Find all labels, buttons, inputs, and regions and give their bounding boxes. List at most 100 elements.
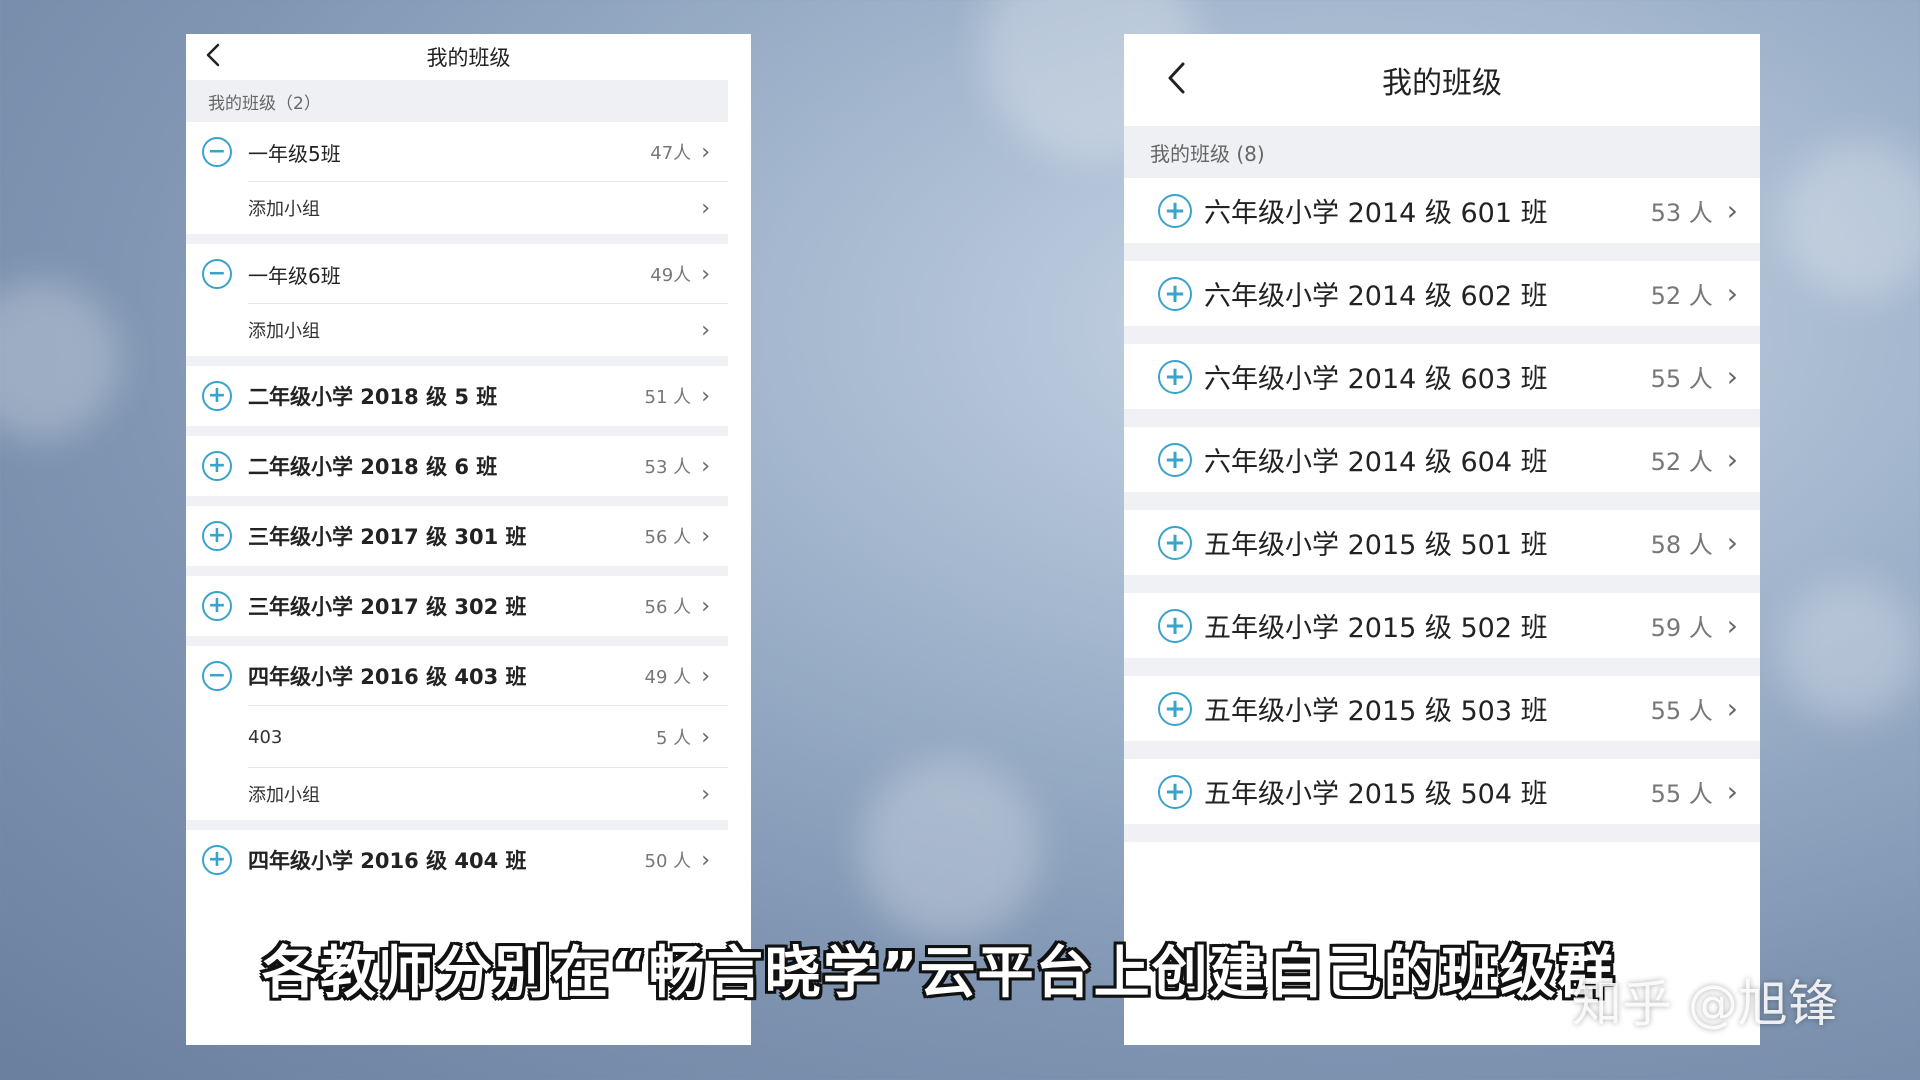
chevron-right-icon: › bbox=[1726, 775, 1738, 808]
chevron-right-icon: › bbox=[701, 261, 710, 287]
class-name: 添加小组 bbox=[248, 321, 320, 342]
plus-circle-icon[interactable]: + bbox=[202, 381, 232, 411]
class-name: 三年级小学 2017 级 301 班 bbox=[248, 525, 527, 549]
class-row[interactable]: + 六年级小学 2014 级 602 班 52 人 › bbox=[1124, 261, 1760, 344]
class-name: 六年级小学 2014 级 603 班 bbox=[1204, 364, 1548, 395]
class-row[interactable]: + 二年级小学 2018 级 5 班 51 人 › bbox=[186, 366, 728, 436]
chevron-right-icon: › bbox=[701, 195, 710, 221]
minus-circle-icon[interactable]: − bbox=[202, 259, 232, 289]
plus-circle-icon[interactable]: + bbox=[202, 845, 232, 875]
class-name: 四年级小学 2016 级 403 班 bbox=[248, 665, 527, 689]
class-row[interactable]: + 六年级小学 2014 级 604 班 52 人 › bbox=[1124, 427, 1760, 510]
plus-circle-icon[interactable]: + bbox=[1158, 442, 1192, 477]
watermark: 知乎 @旭锋 bbox=[1572, 975, 1838, 1033]
navigation-bar: 我的班级 bbox=[186, 34, 751, 80]
add-group-row[interactable]: 添加小组 › bbox=[186, 182, 728, 244]
class-row[interactable]: + 五年级小学 2015 级 501 班 58 人 › bbox=[1124, 510, 1760, 593]
chevron-right-icon: › bbox=[701, 383, 710, 409]
chevron-right-icon: › bbox=[701, 781, 710, 807]
class-name: 一年级6班 bbox=[248, 263, 341, 288]
class-name: 五年级小学 2015 级 501 班 bbox=[1204, 530, 1548, 561]
plus-circle-icon[interactable]: + bbox=[202, 451, 232, 481]
member-count: 51 人 bbox=[644, 387, 692, 408]
member-count: 55 人 bbox=[1650, 365, 1713, 393]
chevron-right-icon: › bbox=[1726, 526, 1738, 559]
class-name: 添加小组 bbox=[248, 785, 320, 806]
class-name: 四年级小学 2016 级 404 班 bbox=[248, 849, 527, 873]
back-chevron-icon[interactable] bbox=[1164, 60, 1188, 100]
chevron-right-icon: › bbox=[1726, 277, 1738, 310]
member-count: 52 人 bbox=[1650, 448, 1713, 476]
member-count: 53 人 bbox=[644, 457, 692, 478]
class-name: 403 bbox=[248, 726, 283, 748]
plus-circle-icon[interactable]: + bbox=[1158, 193, 1192, 228]
member-count: 50 人 bbox=[644, 851, 692, 872]
page-title: 我的班级 bbox=[1382, 66, 1502, 101]
plus-circle-icon[interactable]: + bbox=[1158, 359, 1192, 394]
member-count: 59 人 bbox=[1650, 614, 1713, 642]
chevron-right-icon: › bbox=[701, 523, 710, 549]
minus-circle-icon[interactable]: − bbox=[202, 661, 232, 691]
class-list: + 六年级小学 2014 级 601 班 53 人 › + 六年级小学 2014 级 60… bbox=[1124, 178, 1760, 842]
class-row[interactable]: + 三年级小学 2017 级 302 班 56 人 › bbox=[186, 576, 728, 646]
class-name: 二年级小学 2018 级 5 班 bbox=[248, 385, 498, 409]
member-count: 56 人 bbox=[644, 597, 692, 618]
member-count: 5 人 bbox=[656, 728, 692, 749]
chevron-right-icon: › bbox=[701, 663, 710, 689]
class-row[interactable]: + 五年级小学 2015 级 502 班 59 人 › bbox=[1124, 593, 1760, 676]
bokeh-light bbox=[1780, 580, 1920, 720]
plus-circle-icon[interactable]: + bbox=[1158, 525, 1192, 560]
member-count: 49人 bbox=[650, 265, 692, 286]
plus-circle-icon[interactable]: + bbox=[1158, 608, 1192, 643]
class-row[interactable]: + 五年级小学 2015 级 503 班 55 人 › bbox=[1124, 676, 1760, 759]
class-name: 六年级小学 2014 级 602 班 bbox=[1204, 281, 1548, 312]
class-name: 五年级小学 2015 级 503 班 bbox=[1204, 696, 1548, 727]
chevron-right-icon: › bbox=[701, 453, 710, 479]
back-chevron-icon[interactable] bbox=[204, 42, 222, 72]
class-name: 六年级小学 2014 级 604 班 bbox=[1204, 447, 1548, 478]
member-count: 53 人 bbox=[1650, 199, 1713, 227]
class-row[interactable]: + 六年级小学 2014 级 603 班 55 人 › bbox=[1124, 344, 1760, 427]
class-row[interactable]: 403 5 人 › bbox=[186, 706, 728, 768]
section-header: 我的班级（2） bbox=[186, 80, 728, 122]
minus-circle-icon[interactable]: − bbox=[202, 137, 232, 167]
class-row[interactable]: − 一年级6班 49人 › bbox=[186, 244, 728, 304]
class-name: 六年级小学 2014 级 601 班 bbox=[1204, 198, 1548, 229]
class-name: 一年级5班 bbox=[248, 141, 341, 166]
class-name: 三年级小学 2017 级 302 班 bbox=[248, 595, 527, 619]
member-count: 52 人 bbox=[1650, 282, 1713, 310]
chevron-right-icon: › bbox=[701, 847, 710, 873]
member-count: 58 人 bbox=[1650, 531, 1713, 559]
class-row[interactable]: − 一年级5班 47人 › bbox=[186, 122, 728, 182]
chevron-right-icon: › bbox=[701, 317, 710, 343]
member-count: 56 人 bbox=[644, 527, 692, 548]
chevron-right-icon: › bbox=[701, 724, 710, 750]
chevron-right-icon: › bbox=[1726, 692, 1738, 725]
add-group-row[interactable]: 添加小组 › bbox=[186, 768, 728, 830]
page-title: 我的班级 bbox=[426, 46, 511, 70]
plus-circle-icon[interactable]: + bbox=[1158, 276, 1192, 311]
plus-circle-icon[interactable]: + bbox=[1158, 774, 1192, 809]
add-group-row[interactable]: 添加小组 › bbox=[186, 304, 728, 366]
plus-circle-icon[interactable]: + bbox=[202, 521, 232, 551]
member-count: 47人 bbox=[650, 143, 692, 164]
chevron-right-icon: › bbox=[1726, 194, 1738, 227]
member-count: 55 人 bbox=[1650, 697, 1713, 725]
bokeh-light bbox=[860, 760, 1040, 940]
bokeh-light bbox=[1780, 140, 1920, 300]
chevron-right-icon: › bbox=[1726, 360, 1738, 393]
plus-circle-icon[interactable]: + bbox=[1158, 691, 1192, 726]
bokeh-light bbox=[0, 280, 120, 440]
class-row[interactable]: + 五年级小学 2015 级 504 班 55 人 › bbox=[1124, 759, 1760, 842]
class-row[interactable]: + 四年级小学 2016 级 404 班 50 人 › bbox=[186, 830, 728, 890]
section-header: 我的班级 (8) bbox=[1124, 126, 1760, 178]
video-subtitle: 各教师分别在“畅言晓学”云平台上创建自己的班级群 bbox=[262, 941, 1616, 1006]
class-row[interactable]: + 二年级小学 2018 级 6 班 53 人 › bbox=[186, 436, 728, 506]
plus-circle-icon[interactable]: + bbox=[202, 591, 232, 621]
class-row[interactable]: − 四年级小学 2016 级 403 班 49 人 › bbox=[186, 646, 728, 706]
chevron-right-icon: › bbox=[1726, 609, 1738, 642]
class-row[interactable]: + 三年级小学 2017 级 301 班 56 人 › bbox=[186, 506, 728, 576]
class-name: 二年级小学 2018 级 6 班 bbox=[248, 455, 498, 479]
class-name: 五年级小学 2015 级 504 班 bbox=[1204, 779, 1548, 810]
class-row[interactable]: + 六年级小学 2014 级 601 班 53 人 › bbox=[1124, 178, 1760, 261]
